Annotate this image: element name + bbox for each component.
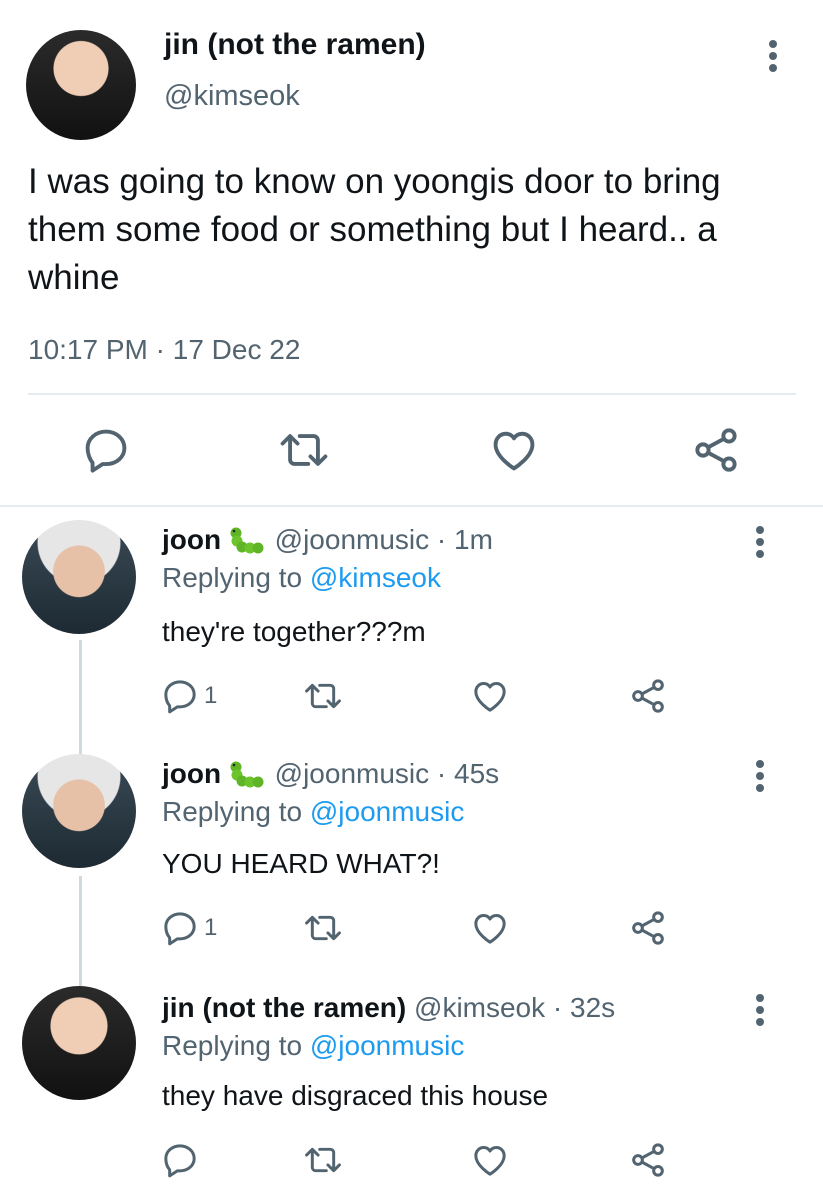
- reply-icon: [85, 429, 127, 473]
- more-dots-icon: [756, 760, 764, 768]
- like-button[interactable]: [470, 676, 510, 716]
- reply-author-handle[interactable]: @joonmusic: [275, 758, 429, 789]
- replying-to-mention[interactable]: @joonmusic: [310, 796, 464, 827]
- share-button[interactable]: [628, 676, 668, 716]
- reply-tweet[interactable]: jin (not the ramen) @kimseok · 32s Reply…: [0, 974, 823, 1200]
- retweet-icon: [305, 1147, 341, 1173]
- more-dot: [769, 52, 777, 60]
- reply-age[interactable]: 1m: [454, 524, 493, 555]
- replying-to-line: Replying to @joonmusic: [162, 1030, 464, 1062]
- like-icon: [493, 431, 535, 471]
- more-dots-icon: [756, 994, 764, 1002]
- more-dot: [769, 64, 777, 72]
- like-icon: [474, 1146, 506, 1176]
- main-tweet-avatar[interactable]: [26, 30, 136, 140]
- main-like-button[interactable]: [488, 424, 540, 476]
- retweet-button[interactable]: [300, 1140, 346, 1180]
- reply-author-name[interactable]: joon: [162, 758, 221, 789]
- replying-to-label: Replying to: [162, 1030, 303, 1061]
- reply-age[interactable]: 45s: [454, 758, 499, 789]
- caterpillar-emoji-icon: [229, 759, 267, 789]
- more-dot: [756, 1006, 764, 1014]
- retweet-icon: [280, 434, 328, 466]
- reply-header: jin (not the ramen) @kimseok · 32s: [162, 992, 615, 1024]
- reply-text: they have disgraced this house: [162, 1080, 549, 1111]
- reply-button[interactable]: 1: [160, 908, 217, 948]
- reply-icon: [164, 912, 196, 946]
- reply-author-name[interactable]: joon: [162, 524, 221, 555]
- share-button[interactable]: [628, 1140, 668, 1180]
- share-button[interactable]: [628, 908, 668, 948]
- main-tweet-author-name[interactable]: jin (not the ramen): [164, 28, 426, 62]
- reply-header: joon @joonmusic · 1m: [162, 524, 493, 556]
- reply-avatar[interactable]: [22, 754, 136, 868]
- share-icon: [695, 428, 737, 472]
- reply-tweet[interactable]: joon @joonmusic · 1m Replying to @kimseo…: [0, 506, 823, 734]
- reply-button[interactable]: [160, 1140, 200, 1180]
- timestamp-separator: ·: [155, 334, 165, 365]
- main-tweet-more-button[interactable]: [769, 40, 777, 72]
- reply-text: they're together???m: [162, 616, 426, 647]
- replying-to-label: Replying to: [162, 562, 303, 593]
- more-dot: [756, 1018, 764, 1026]
- reply-age[interactable]: 32s: [570, 992, 615, 1023]
- like-button[interactable]: [470, 1140, 510, 1180]
- reply-icon: [164, 680, 196, 714]
- reply-author-handle[interactable]: @kimseok: [414, 992, 545, 1023]
- caterpillar-emoji-icon: [229, 525, 267, 555]
- reply-more-button[interactable]: [756, 526, 764, 558]
- main-retweet-button[interactable]: [274, 424, 334, 476]
- reply-header: joon @joonmusic · 45s: [162, 758, 499, 790]
- main-share-button[interactable]: [690, 424, 742, 476]
- main-reply-button[interactable]: [80, 424, 132, 476]
- like-button[interactable]: [470, 908, 510, 948]
- more-dot: [756, 538, 764, 546]
- tweet-date: 17 Dec 22: [172, 334, 301, 365]
- tweet-time: 10:17 PM: [28, 334, 148, 365]
- like-icon: [474, 682, 506, 712]
- retweet-button[interactable]: [300, 676, 346, 716]
- more-dots-icon: [756, 526, 764, 534]
- replying-to-label: Replying to: [162, 796, 303, 827]
- reply-author-handle[interactable]: @joonmusic: [275, 524, 429, 555]
- more-dot: [756, 550, 764, 558]
- reply-avatar[interactable]: [22, 986, 136, 1100]
- reply-more-button[interactable]: [756, 760, 764, 792]
- main-tweet-timestamp[interactable]: 10:17 PM · 17 Dec 22: [28, 334, 300, 366]
- replying-to-mention[interactable]: @kimseok: [310, 562, 441, 593]
- replying-to-line: Replying to @joonmusic: [162, 796, 464, 828]
- main-tweet-author-handle[interactable]: @kimseok: [164, 80, 300, 113]
- main-tweet-divider: [28, 393, 796, 395]
- retweet-button[interactable]: [300, 908, 346, 948]
- reply-author-name[interactable]: jin (not the ramen): [162, 992, 406, 1023]
- header-separator: ·: [436, 524, 447, 555]
- share-icon: [632, 911, 664, 945]
- reply-more-button[interactable]: [756, 994, 764, 1026]
- more-dot: [756, 772, 764, 780]
- share-icon: [632, 1143, 664, 1177]
- reply-tweet[interactable]: joon @joonmusic · 45s Replying to @joonm…: [0, 740, 823, 968]
- header-separator: ·: [436, 758, 447, 789]
- main-tweet-text: I was going to know on yoongis door to b…: [28, 162, 721, 297]
- reply-count: 1: [204, 914, 218, 941]
- more-dots-icon: [769, 40, 777, 48]
- retweet-icon: [305, 915, 341, 941]
- reply-button[interactable]: 1: [160, 676, 217, 716]
- header-separator: ·: [552, 992, 563, 1023]
- reply-avatar[interactable]: [22, 520, 136, 634]
- share-icon: [632, 679, 664, 713]
- more-dot: [756, 784, 764, 792]
- reply-text: YOU HEARD WHAT?!: [162, 848, 440, 879]
- retweet-icon: [305, 683, 341, 709]
- replying-to-line: Replying to @kimseok: [162, 562, 441, 594]
- replying-to-mention[interactable]: @joonmusic: [310, 1030, 464, 1061]
- like-icon: [474, 914, 506, 944]
- reply-count: 1: [204, 682, 218, 709]
- reply-icon: [164, 1144, 196, 1178]
